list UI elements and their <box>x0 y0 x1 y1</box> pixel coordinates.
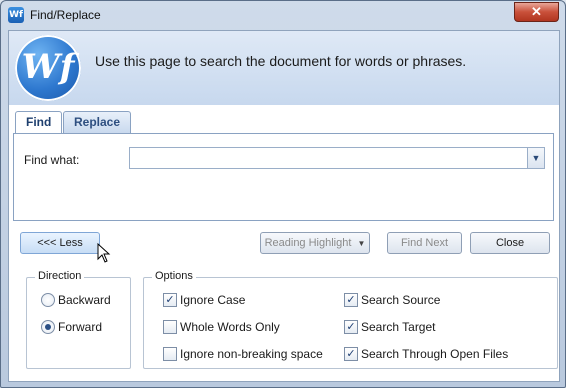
reading-highlight-button[interactable]: Reading Highlight ▼ <box>260 232 370 254</box>
title-bar[interactable]: Wf Find/Replace ✕ <box>1 1 565 29</box>
header-description: Use this page to search the document for… <box>95 53 467 69</box>
radio-backward-label: Backward <box>58 293 111 307</box>
checkbox-checked[interactable]: ✓ <box>344 320 358 334</box>
options-title: Options <box>152 270 196 282</box>
find-tab-panel: Find what: ▼ <box>13 133 554 221</box>
search-open-files-label: Search Through Open Files <box>361 347 509 361</box>
tab-replace[interactable]: Replace <box>63 111 132 133</box>
direction-title: Direction <box>35 270 85 282</box>
ignore-nbsp-label: Ignore non-breaking space <box>180 347 323 361</box>
radio-forward-label: Forward <box>58 320 103 334</box>
wordfast-logo-icon: Wf <box>15 35 81 101</box>
tab-find[interactable]: Find <box>15 111 63 134</box>
window-title: Find/Replace <box>30 8 101 22</box>
search-target-label: Search Target <box>361 320 436 334</box>
radio-button[interactable] <box>41 293 55 307</box>
dropdown-arrow-icon: ▼ <box>357 239 366 248</box>
app-icon: Wf <box>8 7 24 23</box>
find-what-combobox[interactable]: ▼ <box>129 147 545 169</box>
radio-button-selected[interactable] <box>41 320 55 334</box>
less-button[interactable]: <<< Less <box>20 232 100 254</box>
checkbox-checked[interactable]: ✓ <box>344 347 358 361</box>
close-button[interactable]: Close <box>470 232 550 254</box>
find-replace-window: Wf Find/Replace ✕ Wf Use this page to se… <box>0 0 566 388</box>
window-close-button[interactable]: ✕ <box>514 2 559 22</box>
find-what-label: Find what: <box>24 153 80 167</box>
find-next-button[interactable]: Find Next <box>387 232 462 254</box>
dialog-header: Wf Use this page to search the document … <box>9 31 559 105</box>
whole-words-label: Whole Words Only <box>180 320 280 334</box>
search-source-label: Search Source <box>361 293 441 307</box>
ignore-case-label: Ignore Case <box>180 293 246 307</box>
direction-group: Direction Backward Forward <box>26 270 131 369</box>
options-group: Options ✓ Ignore Case Whole Words Only I… <box>143 270 558 369</box>
dialog-body: Wf Use this page to search the document … <box>8 30 560 382</box>
reading-highlight-label: Reading Highlight <box>264 237 352 249</box>
checkbox-checked[interactable]: ✓ <box>163 293 177 307</box>
mouse-cursor-icon <box>97 243 111 263</box>
checkbox-unchecked[interactable] <box>163 320 177 334</box>
chevron-down-icon[interactable]: ▼ <box>527 148 544 168</box>
tab-strip: Find Replace <box>13 111 553 134</box>
checkbox-unchecked[interactable] <box>163 347 177 361</box>
checkbox-checked[interactable]: ✓ <box>344 293 358 307</box>
